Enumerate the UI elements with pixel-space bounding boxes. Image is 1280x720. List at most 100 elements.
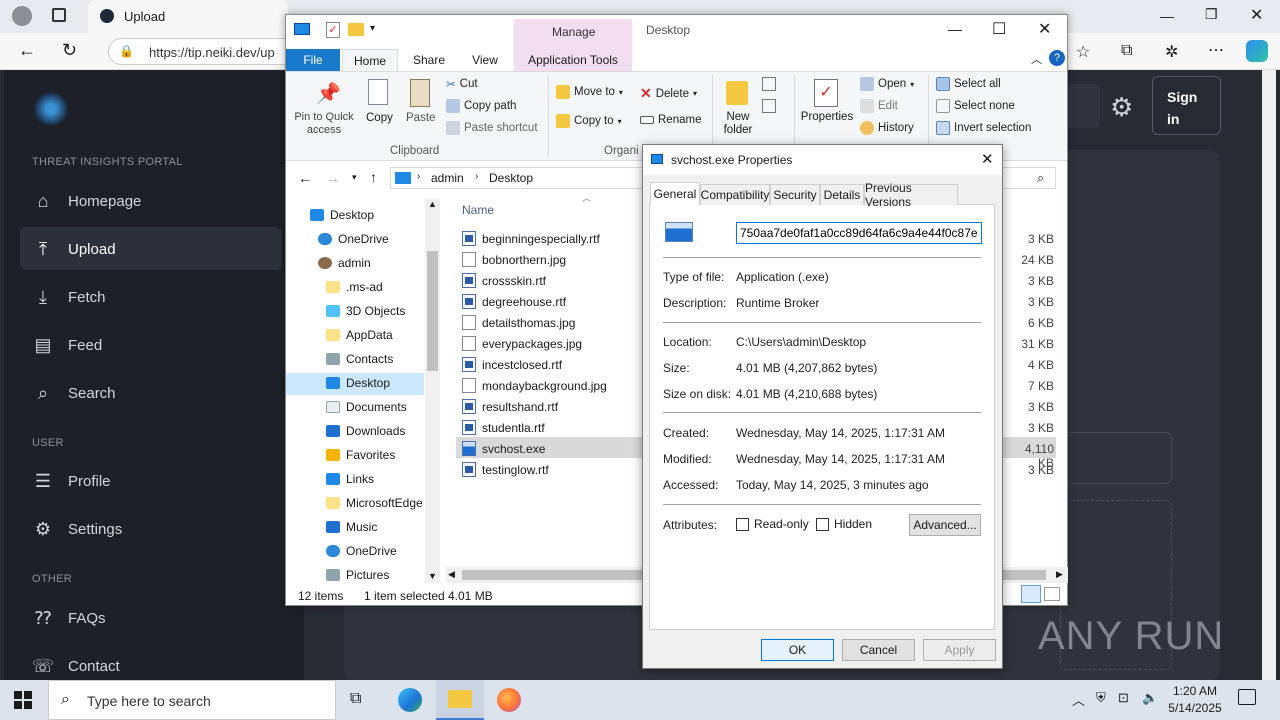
minimize-browser-icon[interactable]: — [1160,8,1174,24]
tree-item-links[interactable]: Links [326,472,374,486]
nav-faqs[interactable]: ⁇ FAQs [32,607,106,629]
file-row[interactable]: resultshand.rtf [462,399,558,414]
paste-button[interactable]: Paste [402,77,438,127]
ok-button[interactable]: OK [761,639,834,661]
breadcrumb-admin[interactable]: admin [431,171,464,185]
file-row[interactable]: studentla.rtf [462,420,545,435]
browser-tab-upload[interactable]: Upload [88,0,288,33]
page-scrollbar[interactable] [1262,70,1276,680]
file-row[interactable]: incestclosed.rtf [462,357,562,372]
extensions-icon[interactable]: ✲ [1165,42,1178,62]
nav-forward-icon[interactable]: → [326,170,340,186]
firefox-icon[interactable] [497,688,521,712]
nav-homepage[interactable]: ⌂ Homepage [32,190,142,212]
nav-contact[interactable]: ☏ Contact [32,655,120,677]
more-icon[interactable]: ⋯ [1208,40,1224,60]
edge-icon[interactable] [398,688,422,712]
large-icons-view-icon[interactable] [1044,587,1060,601]
tree-item-onedrive[interactable]: OneDrive [318,232,389,246]
tab-security[interactable]: Security [770,184,820,205]
tree-item-onedrive-2[interactable]: OneDrive [326,544,397,558]
properties-button[interactable]: ✓ Properties [798,77,856,139]
new-folder-quick-icon[interactable] [348,23,364,36]
file-row[interactable]: mondaybackground.jpg [462,378,607,393]
nav-settings[interactable]: ⚙ Settings [32,518,122,540]
copy-button[interactable]: Copy [362,77,394,127]
readonly-checkbox[interactable]: Read-only [736,517,809,531]
tree-item-appdata[interactable]: AppData [326,328,393,342]
file-row[interactable]: bobnorthern.jpg [462,252,566,267]
edit-button[interactable]: Edit [860,99,898,113]
site-logo[interactable] [32,92,70,126]
hidden-checkbox[interactable]: Hidden [816,517,872,531]
history-button[interactable]: History [860,121,914,135]
tree-item-music[interactable]: Music [326,520,377,534]
pin-quick-access-button[interactable]: 📌 Pin to Quick access [290,77,358,141]
nav-fetch[interactable]: ⤓ Fetch [32,286,106,308]
scroll-right-icon[interactable]: ▶ [1056,569,1063,580]
tree-item-pictures[interactable]: Pictures [326,568,389,582]
recent-locations-icon[interactable]: ▾ [352,172,357,183]
close-icon[interactable]: ✕ [1038,19,1051,39]
select-none-button[interactable]: Select none [936,99,1015,113]
start-button[interactable] [14,691,32,709]
security-icon[interactable]: ⛨ [1096,690,1106,706]
file-row[interactable]: everypackages.jpg [462,336,582,351]
show-hidden-icons[interactable]: ︿ [1072,690,1085,709]
tree-item-ms-ad[interactable]: .ms-ad [326,280,383,294]
tree-item-microsoftedge[interactable]: MicrosoftEdge [326,496,423,510]
open-button[interactable]: Open ▾ [860,77,914,91]
sign-in-button[interactable]: Sign in [1152,76,1221,135]
tab-details[interactable]: Details [820,184,864,205]
scroll-down-icon[interactable]: ▼ [428,571,437,581]
breadcrumb-desktop[interactable]: Desktop [489,171,533,185]
advanced-button[interactable]: Advanced... [909,514,981,536]
network-icon[interactable]: ⊡ [1118,690,1129,706]
notifications-icon[interactable] [1238,689,1256,705]
file-row[interactable]: crossskin.rtf [462,273,546,288]
select-all-button[interactable]: Select all [936,77,1001,91]
nav-feed[interactable]: ▤ Feed [32,334,102,356]
details-view-icon[interactable] [1021,585,1041,603]
search-box[interactable] [1068,84,1100,128]
tree-item-desktop[interactable]: Desktop [310,208,374,222]
tab-file[interactable]: File [286,49,340,71]
easy-access-icon[interactable] [762,99,776,113]
up-folder-icon[interactable]: ↑ [370,169,377,185]
invert-selection-button[interactable]: Invert selection [936,121,1031,135]
scroll-up-icon[interactable]: ▲ [428,199,437,209]
minimize-icon[interactable]: — [948,21,962,37]
taskbar-clock[interactable]: 1:20 AM 5/14/2025 [1168,683,1222,717]
tree-item-desktop-selected[interactable]: Desktop [326,376,390,390]
file-row[interactable]: detailsthomas.jpg [462,315,575,330]
taskbar-search-box[interactable]: ⌕ Type here to search [48,680,336,720]
nav-back-icon[interactable]: ← [298,170,312,186]
nav-upload[interactable]: ⤒ Upload [32,238,116,260]
properties-quick-icon[interactable]: ✓ [326,22,340,38]
tab-previous-versions[interactable]: Previous Versions [864,181,958,209]
tree-item-favorites[interactable]: Favorites [326,448,395,462]
tree-scroll-thumb[interactable] [427,251,438,371]
scroll-left-icon[interactable]: ◀ [448,569,455,580]
help-icon[interactable]: ? [1049,50,1065,66]
tree-item-downloads[interactable]: Downloads [326,424,405,438]
move-to-button[interactable]: Move to ▾ [556,85,623,99]
filename-input[interactable] [736,222,982,244]
cut-button[interactable]: ✂ Cut [446,77,478,91]
back-icon[interactable]: ← [18,40,36,61]
qat-dropdown-icon[interactable]: ▾ [370,23,375,34]
task-view-icon[interactable]: ⧉ [350,690,361,708]
restore-browser-icon[interactable]: ❐ [1205,6,1218,23]
tab-view[interactable]: View [458,49,512,71]
rename-button[interactable]: Rename [640,114,701,126]
tab-actions-icon[interactable] [52,8,66,22]
file-row[interactable]: svchost.exe [462,441,545,456]
nav-search[interactable]: ⌕ Search [32,382,116,404]
paste-shortcut-button[interactable]: Paste shortcut [446,121,538,135]
maximize-icon[interactable]: ☐ [992,19,1006,39]
new-item-icon[interactable] [762,77,776,91]
gear-icon[interactable]: ⚙ [1110,92,1133,123]
file-row[interactable]: degreehouse.rtf [462,294,566,309]
favorites-icon[interactable]: ☆ [1076,42,1090,62]
tab-compatibility[interactable]: Compatibility [700,184,770,205]
